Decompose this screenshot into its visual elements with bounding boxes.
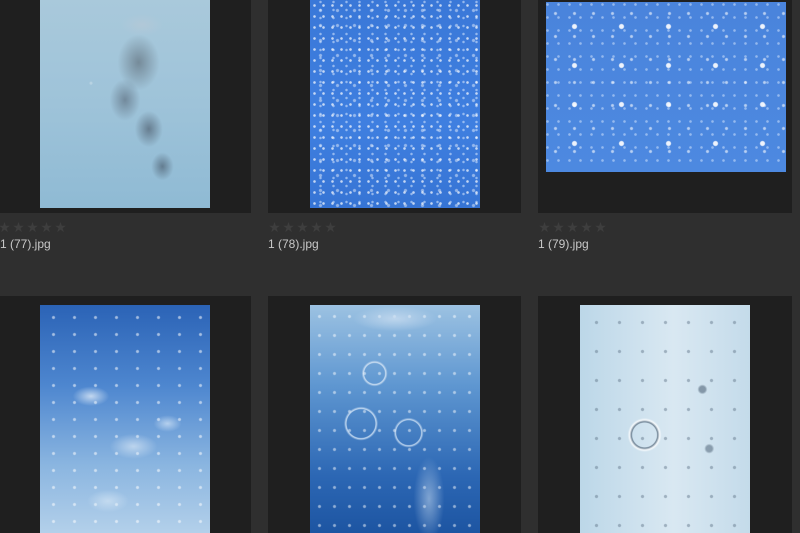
star-icon[interactable]: ★ xyxy=(12,220,25,234)
star-icon[interactable]: ★ xyxy=(296,220,309,234)
thumbnail-image[interactable] xyxy=(310,305,480,533)
thumbnail-frame[interactable] xyxy=(268,0,521,213)
rating-stars[interactable]: ★ ★ ★ ★ ★ xyxy=(538,220,607,234)
star-icon[interactable]: ★ xyxy=(538,220,551,234)
thumbnail-frame[interactable] xyxy=(538,296,792,533)
star-icon[interactable]: ★ xyxy=(580,220,593,234)
file-name: 1 (78).jpg xyxy=(268,237,319,251)
rating-stars[interactable]: ★ ★ ★ ★ ★ xyxy=(0,220,67,234)
star-icon[interactable]: ★ xyxy=(0,220,11,234)
thumbnail-frame[interactable] xyxy=(0,0,251,213)
star-icon[interactable]: ★ xyxy=(552,220,565,234)
star-icon[interactable]: ★ xyxy=(566,220,579,234)
star-icon[interactable]: ★ xyxy=(324,220,337,234)
star-icon[interactable]: ★ xyxy=(40,220,53,234)
thumbnail-image[interactable] xyxy=(40,305,210,533)
file-name: 1 (79).jpg xyxy=(538,237,589,251)
file-name: 1 (77).jpg xyxy=(0,237,51,251)
thumbnail-frame[interactable] xyxy=(0,296,251,533)
star-icon[interactable]: ★ xyxy=(594,220,607,234)
thumbnail-image[interactable] xyxy=(310,0,480,208)
thumbnail-image[interactable] xyxy=(580,305,750,533)
star-icon[interactable]: ★ xyxy=(54,220,67,234)
thumbnail-frame[interactable] xyxy=(268,296,521,533)
star-icon[interactable]: ★ xyxy=(282,220,295,234)
star-icon[interactable]: ★ xyxy=(268,220,281,234)
thumbnail-image[interactable] xyxy=(40,0,210,208)
star-icon[interactable]: ★ xyxy=(26,220,39,234)
thumbnail-image[interactable] xyxy=(546,2,786,172)
rating-stars[interactable]: ★ ★ ★ ★ ★ xyxy=(268,220,337,234)
star-icon[interactable]: ★ xyxy=(310,220,323,234)
thumbnail-frame[interactable] xyxy=(538,0,792,213)
